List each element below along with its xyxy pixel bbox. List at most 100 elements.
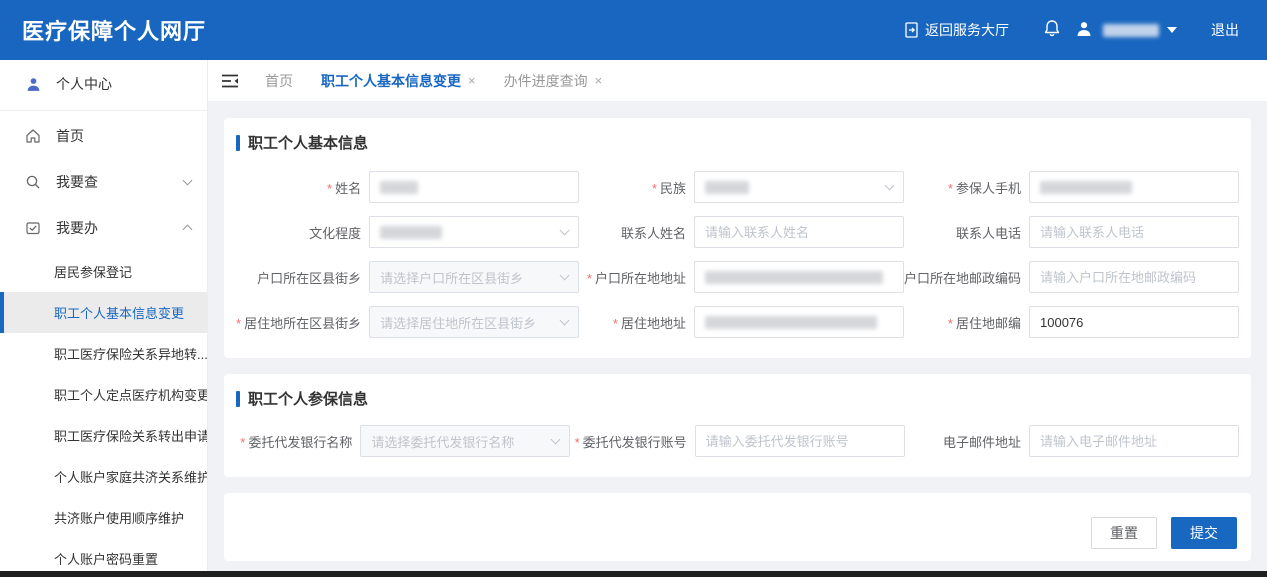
sidebar-subitem-resident-registration[interactable]: 居民参保登记	[0, 251, 207, 292]
residence-district-select[interactable]: 请选择居住地所在区县街乡	[369, 306, 579, 338]
tab-label: 职工个人基本信息变更	[321, 71, 461, 91]
field-ethnicity: *民族	[579, 171, 904, 203]
return-hall-label: 返回服务大厅	[925, 20, 1009, 40]
required-asterisk: *	[587, 271, 592, 286]
basic-info-card: 职工个人基本信息 *姓名 *民族 *参保人手机	[224, 118, 1251, 358]
caret-down-icon	[1167, 27, 1177, 33]
sidebar-item-query[interactable]: 我要查	[0, 159, 207, 205]
sidebar-item-label: 个人中心	[56, 74, 191, 94]
field-hukou-district: 户口所在区县街乡 请选择户口所在区县街乡	[236, 261, 579, 293]
hukou-address-input[interactable]	[694, 261, 904, 293]
close-icon[interactable]: ×	[595, 73, 603, 88]
tab-home[interactable]: 首页	[265, 71, 293, 91]
submit-button[interactable]: 提交	[1171, 517, 1237, 549]
chevron-down-icon	[183, 176, 193, 186]
field-label: 电子邮件地址	[943, 435, 1021, 450]
required-asterisk: *	[652, 181, 657, 196]
field-label: 民族	[660, 181, 686, 196]
sidebar-subitem-label: 职工个人基本信息变更	[54, 303, 184, 322]
sidebar-divider	[0, 110, 207, 111]
field-label: 参保人手机	[956, 181, 1021, 196]
section-bar	[236, 391, 240, 407]
chevron-down-icon	[885, 181, 895, 191]
contact-name-input[interactable]	[694, 216, 904, 248]
required-asterisk: *	[236, 316, 241, 331]
tab-employee-basic-info-change[interactable]: 职工个人基本信息变更 ×	[321, 71, 476, 91]
return-hall-button[interactable]: 返回服务大厅	[904, 20, 1009, 40]
field-label: 姓名	[335, 181, 361, 196]
tab-bar: 首页 职工个人基本信息变更 × 办件进度查询 ×	[208, 60, 1267, 102]
masked-value	[705, 181, 749, 194]
field-label: 户口所在地邮政编码	[904, 271, 1021, 286]
tab-label: 办件进度查询	[504, 71, 588, 91]
section-title: 职工个人参保信息	[236, 388, 1239, 409]
required-asterisk: *	[327, 181, 332, 196]
residence-address-input[interactable]	[694, 306, 904, 338]
sidebar-item-personal-center[interactable]: 个人中心	[0, 60, 207, 108]
sidebar-subitem-employee-basic-info-change[interactable]: 职工个人基本信息变更	[0, 292, 207, 333]
field-label: 户口所在地地址	[595, 271, 686, 286]
sidebar-subitem-family-mutual-aid[interactable]: 个人账户家庭共济关系维护	[0, 456, 207, 497]
sidebar-subitem-insurance-relation-transfer-out[interactable]: 职工医疗保险关系转出申请	[0, 415, 207, 456]
home-icon	[24, 128, 42, 144]
user-icon	[24, 76, 42, 93]
ethnicity-select[interactable]	[694, 171, 904, 203]
required-asterisk: *	[240, 435, 245, 450]
sidebar-item-home[interactable]: 首页	[0, 113, 207, 159]
top-header: 医疗保障个人网厅 返回服务大厅 退出	[0, 0, 1267, 60]
close-icon[interactable]: ×	[468, 73, 476, 88]
field-contact-name: 联系人姓名	[579, 216, 904, 248]
section-title: 职工个人基本信息	[236, 132, 1239, 153]
field-residence-district: *居住地所在区县街乡 请选择居住地所在区县街乡	[236, 306, 579, 338]
masked-value	[705, 271, 883, 284]
app-window: 医疗保障个人网厅 返回服务大厅 退出	[0, 0, 1267, 577]
notifications-button[interactable]	[1043, 19, 1061, 41]
field-bank-account: *委托代发银行账号	[570, 425, 904, 457]
user-icon	[1075, 20, 1093, 41]
document-icon	[904, 22, 919, 38]
insured-phone-input[interactable]	[1029, 171, 1239, 203]
education-select[interactable]	[369, 216, 579, 248]
field-bank-name: *委托代发银行名称 请选择委托代发银行名称	[236, 425, 570, 457]
reset-button[interactable]: 重置	[1091, 517, 1157, 549]
bell-icon	[1043, 19, 1061, 41]
sidebar-item-label: 我要办	[56, 218, 184, 238]
bottom-edge-bar	[0, 571, 1267, 577]
hukou-zipcode-input[interactable]	[1029, 261, 1239, 293]
hukou-district-select[interactable]: 请选择户口所在区县街乡	[369, 261, 579, 293]
sidebar-subitem-designated-hospital-change[interactable]: 职工个人定点医疗机构变更	[0, 374, 207, 415]
tab-progress-query[interactable]: 办件进度查询 ×	[504, 71, 603, 91]
field-label: 居住地所在区县街乡	[244, 316, 361, 331]
field-education: 文化程度	[236, 216, 579, 248]
select-placeholder: 请选择居住地所在区县街乡	[380, 313, 536, 332]
field-residence-address: *居住地地址	[579, 306, 904, 338]
name-input[interactable]	[369, 171, 579, 203]
menu-fold-icon[interactable]	[222, 74, 239, 88]
search-icon	[24, 174, 42, 190]
page-title: 医疗保障个人网厅	[22, 14, 206, 46]
email-input[interactable]	[1029, 425, 1239, 457]
sidebar-item-label: 我要查	[56, 172, 184, 192]
residence-zipcode-input[interactable]	[1029, 306, 1239, 338]
logout-button[interactable]: 退出	[1211, 20, 1239, 40]
section-bar	[236, 135, 240, 151]
section-title-text: 职工个人基本信息	[248, 132, 368, 153]
sidebar-subitem-label: 居民参保登记	[54, 262, 132, 281]
insurance-info-card: 职工个人参保信息 *委托代发银行名称 请选择委托代发银行名称 *委托代发银行账号…	[224, 374, 1251, 477]
field-hukou-zipcode: 户口所在地邮政编码	[904, 261, 1239, 293]
required-asterisk: *	[613, 316, 618, 331]
logout-label: 退出	[1211, 20, 1239, 40]
sidebar-item-label: 首页	[56, 126, 191, 146]
bank-account-input[interactable]	[695, 425, 905, 457]
sidebar-subitem-label: 职工医疗保险关系异地转...	[54, 344, 207, 363]
field-contact-phone: 联系人电话	[904, 216, 1239, 248]
required-asterisk: *	[948, 181, 953, 196]
sidebar-item-handle[interactable]: 我要办	[0, 205, 207, 251]
masked-value	[380, 181, 418, 194]
field-residence-zipcode: *居住地邮编	[904, 306, 1239, 338]
contact-phone-input[interactable]	[1029, 216, 1239, 248]
account-menu[interactable]	[1075, 20, 1177, 41]
sidebar-subitem-mutual-account-order[interactable]: 共济账户使用顺序维护	[0, 497, 207, 538]
bank-name-select[interactable]: 请选择委托代发银行名称	[360, 425, 570, 457]
sidebar-subitem-insurance-relation-transfer-in[interactable]: 职工医疗保险关系异地转...	[0, 333, 207, 374]
